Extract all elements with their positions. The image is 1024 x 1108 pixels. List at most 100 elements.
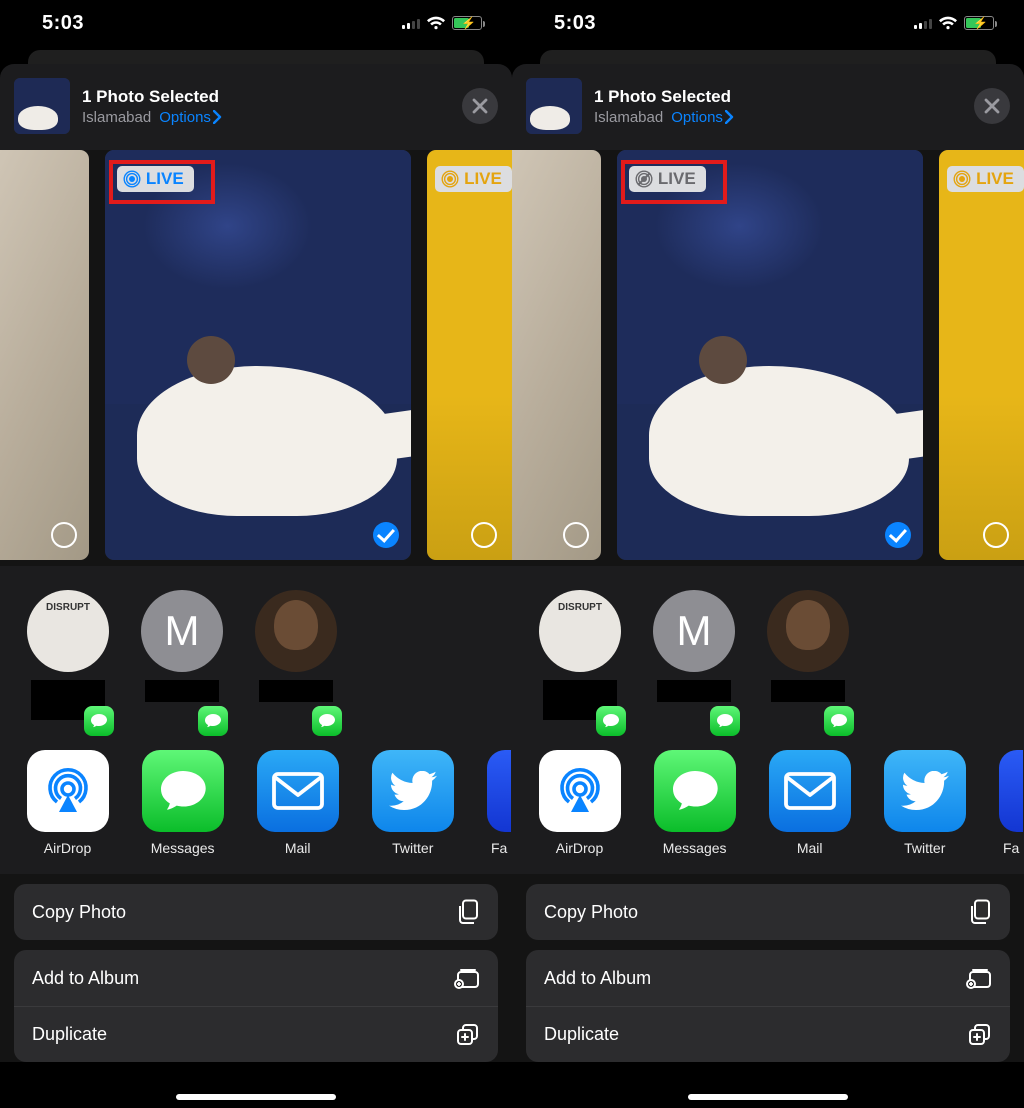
mail-icon xyxy=(769,750,851,832)
selection-circle-checked[interactable] xyxy=(373,522,399,548)
messages-badge-icon xyxy=(824,706,854,736)
duplicate-icon xyxy=(968,1023,992,1047)
avatar xyxy=(539,590,621,672)
suggested-contacts[interactable]: M xyxy=(0,566,512,732)
share-app-twitter[interactable]: Twitter xyxy=(883,750,966,874)
photo-item-selected[interactable]: LIVE xyxy=(105,150,411,560)
cellular-icon xyxy=(914,17,932,29)
airdrop-icon xyxy=(27,750,109,832)
action-list: Copy Photo Add to Album Duplicate xyxy=(512,874,1024,1062)
status-right: ⚡ xyxy=(914,16,994,30)
photo-item[interactable] xyxy=(512,150,601,560)
action-add-to-album[interactable]: Add to Album xyxy=(14,950,498,1006)
contact-name-redacted xyxy=(771,680,845,702)
selected-photo-thumb[interactable] xyxy=(526,78,582,134)
duplicate-icon xyxy=(456,1023,480,1047)
share-sheet-screenshot: 5:03 ⚡ 1 Photo Selected Islamabad Opti xyxy=(512,0,1024,1108)
sheet-stack-hint xyxy=(0,46,512,64)
live-badge[interactable]: LIVE xyxy=(947,166,1024,192)
status-bar: 5:03 ⚡ xyxy=(0,0,512,46)
sheet-stack-hint xyxy=(512,46,1024,64)
live-badge[interactable]: LIVE xyxy=(435,166,512,192)
options-button[interactable]: Options xyxy=(671,109,734,126)
home-indicator[interactable] xyxy=(176,1094,336,1100)
cellular-icon xyxy=(402,17,420,29)
twitter-icon xyxy=(884,750,966,832)
status-bar: 5:03 ⚡ xyxy=(512,0,1024,46)
photo-carousel[interactable]: LIVE LIVE xyxy=(512,150,1024,566)
live-badge[interactable]: LIVE xyxy=(117,166,194,192)
share-app-messages[interactable]: Messages xyxy=(141,750,224,874)
share-sheet-screenshot: 5:03 ⚡ 1 Photo Selected Islamabad Opti xyxy=(0,0,512,1108)
share-app-mail[interactable]: Mail xyxy=(768,750,851,874)
share-sheet: 1 Photo Selected Islamabad Options xyxy=(0,64,512,1062)
selection-circle[interactable] xyxy=(471,522,497,548)
status-time: 5:03 xyxy=(42,12,84,35)
app-icon xyxy=(487,750,511,832)
messages-badge-icon xyxy=(312,706,342,736)
home-indicator[interactable] xyxy=(688,1094,848,1100)
contact-suggestion[interactable] xyxy=(26,590,110,732)
live-badge[interactable]: LIVE xyxy=(629,166,706,192)
suggested-contacts[interactable]: M xyxy=(512,566,1024,732)
selection-title: 1 Photo Selected xyxy=(82,87,462,107)
photo-item-selected[interactable]: LIVE xyxy=(617,150,923,560)
avatar: M xyxy=(141,590,223,672)
selection-circle[interactable] xyxy=(983,522,1009,548)
twitter-icon xyxy=(372,750,454,832)
share-app-partial[interactable]: Fa xyxy=(998,750,1024,874)
share-sheet-header: 1 Photo Selected Islamabad Options xyxy=(0,78,512,150)
action-copy-photo[interactable]: Copy Photo xyxy=(526,884,1010,940)
action-duplicate[interactable]: Duplicate xyxy=(14,1006,498,1062)
contact-name-redacted xyxy=(259,680,333,702)
share-sheet-header: 1 Photo Selected Islamabad Options xyxy=(512,78,1024,150)
share-sheet: 1 Photo Selected Islamabad Options xyxy=(512,64,1024,1062)
selection-circle[interactable] xyxy=(51,522,77,548)
action-duplicate[interactable]: Duplicate xyxy=(526,1006,1010,1062)
action-add-to-album[interactable]: Add to Album xyxy=(526,950,1010,1006)
contact-name-redacted xyxy=(145,680,219,702)
contact-suggestion[interactable] xyxy=(538,590,622,732)
status-time: 5:03 xyxy=(554,12,596,35)
wifi-icon xyxy=(938,16,958,30)
share-app-twitter[interactable]: Twitter xyxy=(371,750,454,874)
share-app-airdrop[interactable]: AirDrop xyxy=(538,750,621,874)
selection-title: 1 Photo Selected xyxy=(594,87,974,107)
action-copy-photo[interactable]: Copy Photo xyxy=(14,884,498,940)
contact-name-redacted xyxy=(657,680,731,702)
close-button[interactable] xyxy=(462,88,498,124)
share-apps-row[interactable]: AirDrop Messages Mail xyxy=(512,732,1024,874)
app-icon xyxy=(999,750,1023,832)
album-icon xyxy=(966,967,992,989)
contact-suggestion[interactable]: M xyxy=(652,590,736,732)
contact-suggestion[interactable]: M xyxy=(140,590,224,732)
wifi-icon xyxy=(426,16,446,30)
contact-suggestion[interactable] xyxy=(766,590,850,732)
avatar xyxy=(255,590,337,672)
share-app-messages[interactable]: Messages xyxy=(653,750,736,874)
messages-badge-icon xyxy=(710,706,740,736)
share-app-mail[interactable]: Mail xyxy=(256,750,339,874)
avatar xyxy=(767,590,849,672)
battery-icon: ⚡ xyxy=(452,16,482,30)
photo-item[interactable]: LIVE xyxy=(427,150,512,560)
share-apps-row[interactable]: AirDrop Messages Mail xyxy=(0,732,512,874)
album-icon xyxy=(454,967,480,989)
selection-circle[interactable] xyxy=(563,522,589,548)
copy-icon xyxy=(968,899,992,925)
selection-circle-checked[interactable] xyxy=(885,522,911,548)
selected-photo-thumb[interactable] xyxy=(14,78,70,134)
selection-location: Islamabad xyxy=(594,109,663,126)
mail-icon xyxy=(257,750,339,832)
options-button[interactable]: Options xyxy=(159,109,222,126)
photo-item[interactable] xyxy=(0,150,89,560)
close-button[interactable] xyxy=(974,88,1010,124)
photo-carousel[interactable]: LIVE LIVE xyxy=(0,150,512,566)
share-app-airdrop[interactable]: AirDrop xyxy=(26,750,109,874)
selection-location: Islamabad xyxy=(82,109,151,126)
contact-suggestion[interactable] xyxy=(254,590,338,732)
photo-item[interactable]: LIVE xyxy=(939,150,1024,560)
status-right: ⚡ xyxy=(402,16,482,30)
messages-badge-icon xyxy=(198,706,228,736)
share-app-partial[interactable]: Fa xyxy=(486,750,512,874)
